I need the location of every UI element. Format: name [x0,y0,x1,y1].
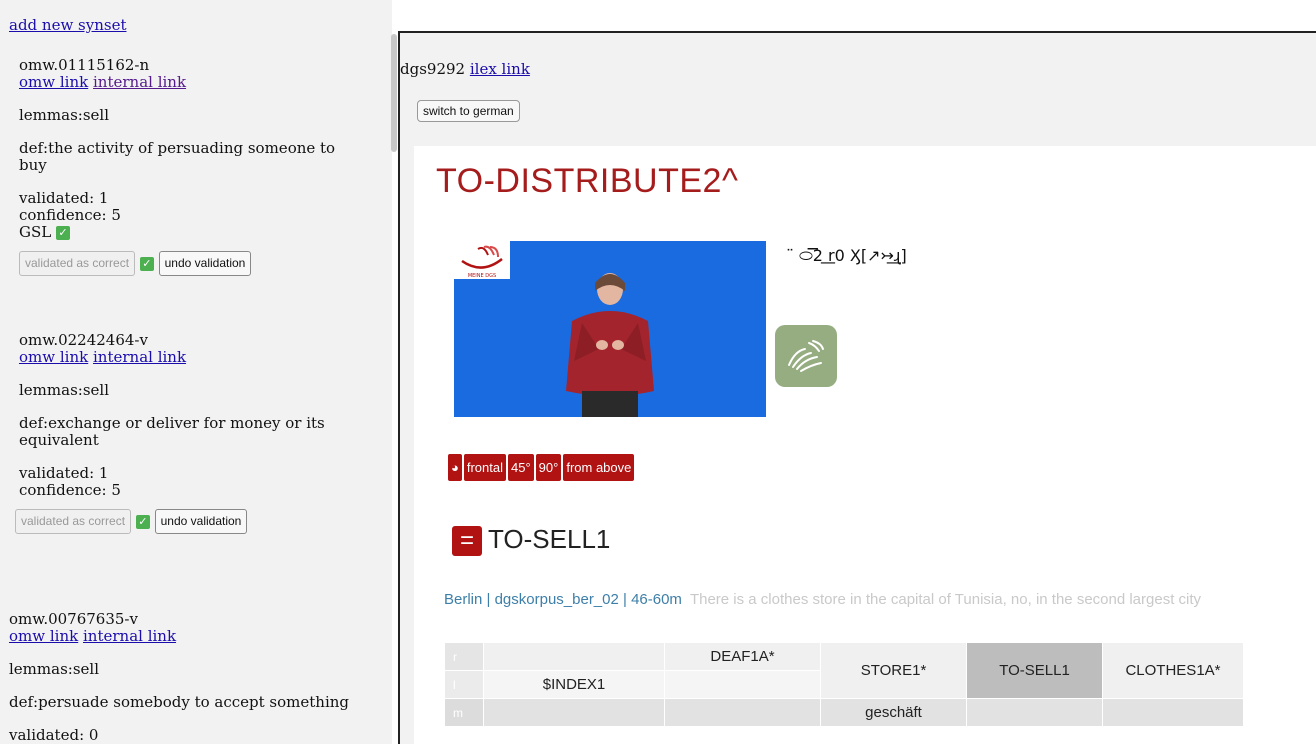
equals-icon: = [452,526,482,557]
sign-panel: dgs9292 ilex link switch to german TO-DI… [398,31,1316,744]
sign-video[interactable]: MEINE DGS [454,241,766,417]
gloss-table: r DEAF1A* STORE1* TO-SELL1 CLOTHES1A* l … [444,642,1244,727]
table-row: m geschäft [444,698,1244,727]
internal-link[interactable]: internal link [83,627,176,645]
add-new-synset-link[interactable]: add new synset [9,16,127,34]
table-cell: geschäft [820,698,967,727]
checkmark-icon: ✓ [135,514,150,529]
row-label: r [444,642,484,671]
confidence: confidence: 5 [19,206,121,224]
synset-id: omw.02242464-v [19,331,148,349]
lemmas: lemmas:sell [19,381,109,399]
undo-validation-button[interactable]: undo validation [158,251,252,276]
ilex-link[interactable]: ilex link [470,60,530,78]
row-label: m [444,698,484,727]
view-angle-tags: ◕ frontal 45° 90° from above [448,454,636,481]
table-cell: CLOTHES1A* [1102,642,1244,699]
signer-figure [566,273,654,417]
handshape-icon[interactable] [775,325,837,387]
definition: def:persuade somebody to accept somethin… [9,693,350,711]
omw-link[interactable]: omw link [9,627,78,645]
sign-id: dgs9292 [400,60,466,78]
table-cell [664,670,821,699]
tag-frontal[interactable]: frontal [463,454,506,481]
synset-id: omw.01115162-n [19,56,150,74]
synset-id: omw.00767635-v [9,610,138,628]
table-cell: $INDEX1 [483,670,665,699]
synset-entry: omw.02242464-v omw link internal link le… [15,331,359,534]
gsl-label: GSL [19,223,52,241]
table-cell: STORE1* [820,642,967,699]
scrollbar-thumb[interactable] [391,34,397,152]
switch-language-button[interactable]: switch to german [417,100,520,122]
synset-entry: omw.01115162-n omw link internal link le… [19,57,359,276]
synset-panel: add new synset omw.01115162-n omw link i… [0,0,392,744]
validated-count: validated: 1 [19,464,109,482]
synset-entry: omw.00767635-v omw link internal link le… [9,611,349,744]
table-cell [483,642,665,671]
table-row: r DEAF1A* STORE1* TO-SELL1 CLOTHES1A* [444,642,1244,699]
validated-count: validated: 0 [9,726,99,744]
checkmark-icon: ✓ [139,256,154,271]
table-cell [1102,698,1244,727]
sign-content-frame: TO-DISTRIBUTE2^ MEINE DGS ̈ ⬭͞2 ͟r0 Ӽ[↗↣… [414,146,1316,744]
table-cell-highlighted: TO-SELL1 [966,642,1103,699]
context-line: Berlin | dgskorpus_ber_02 | 46-60m There … [444,591,1201,608]
confidence: confidence: 5 [19,481,121,499]
table-cell: DEAF1A* [664,642,821,671]
undo-validation-button[interactable]: undo validation [154,509,248,534]
validated-as-correct-button[interactable]: validated as correct [19,251,136,276]
table-cell [664,698,821,727]
row-label: l [444,670,484,699]
related-sign-title: = TO-SELL1 [452,524,611,557]
lemmas: lemmas:sell [9,660,99,678]
related-sign-label: TO-SELL1 [488,524,611,554]
context-source[interactable]: Berlin | dgskorpus_ber_02 | 46-60m [444,591,682,608]
omw-link[interactable]: omw link [19,348,88,366]
lemmas: lemmas:sell [19,106,109,124]
validated-as-correct-button[interactable]: validated as correct [15,509,132,534]
hamnosys-notation: ̈ ⬭͞2 ͟r0 Ӽ[↗↣͟ɻ] [794,246,907,265]
definition: def:the activity of persuading someone t… [19,139,336,174]
sign-header: dgs9292 ilex link [400,60,530,78]
tag-90[interactable]: 90° [535,454,562,481]
table-cell [483,698,665,727]
definition: def:exchange or deliver for money or its… [19,414,325,449]
checkmark-icon: ✓ [56,226,71,240]
context-translation: There is a clothes store in the capital … [689,591,1202,608]
sign-title: TO-DISTRIBUTE2^ [436,162,739,200]
tag-45[interactable]: 45° [508,454,534,481]
internal-link[interactable]: internal link [93,348,186,366]
internal-link[interactable]: internal link [93,73,186,91]
tag-from-above[interactable]: from above [563,454,635,481]
validated-count: validated: 1 [19,189,109,207]
speed-icon[interactable]: ◕ [448,454,462,481]
table-cell [966,698,1103,727]
omw-link[interactable]: omw link [19,73,88,91]
